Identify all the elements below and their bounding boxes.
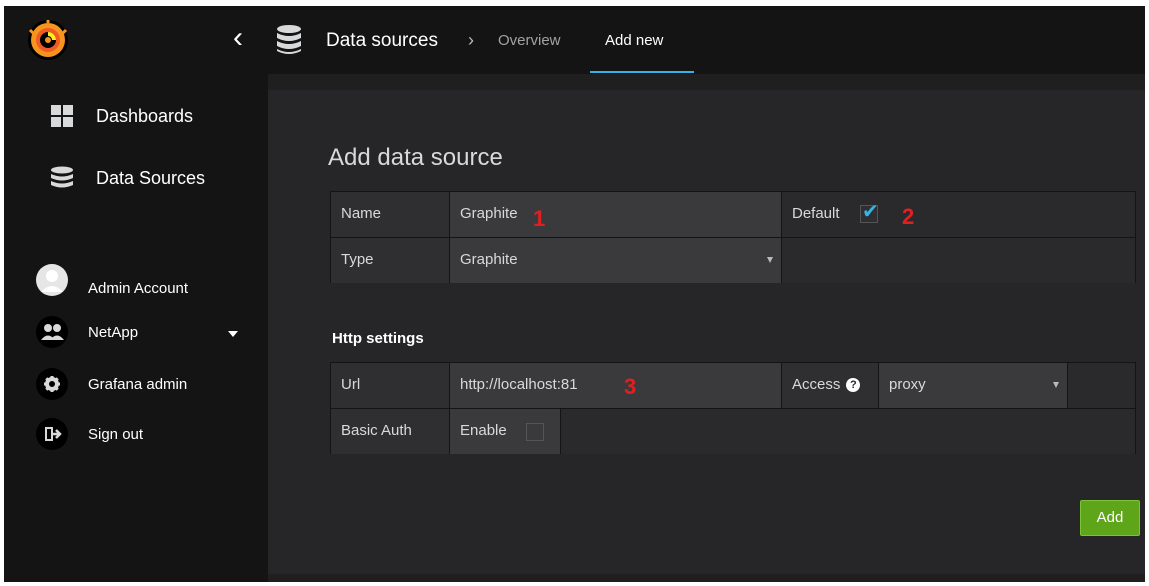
sidebar-item-sign-out[interactable]: Sign out: [4, 418, 268, 454]
default-field: Default: [782, 192, 1135, 237]
page-title: Add data source: [328, 144, 503, 171]
url-input-value: http://localhost:81: [460, 376, 578, 393]
tab-overview[interactable]: Overview: [498, 32, 561, 49]
grafana-logo-icon[interactable]: [28, 20, 68, 60]
tab-add-new[interactable]: Add new: [605, 32, 663, 49]
annotation-marker-2: 2: [902, 204, 915, 229]
name-label: Name: [331, 192, 449, 237]
main-content: Add data source Name Graphite Default ✔ …: [268, 90, 1145, 574]
database-icon: [50, 166, 74, 190]
type-select-value: Graphite: [460, 251, 518, 268]
select-arrow-icon: [767, 257, 773, 263]
sidebar-item-label: Admin Account: [88, 280, 189, 297]
checkmark-icon: ✔: [862, 201, 879, 223]
access-select-value: proxy: [889, 376, 926, 393]
sidebar-item-data-sources[interactable]: Data Sources: [4, 162, 268, 202]
add-button[interactable]: Add: [1080, 500, 1140, 536]
annotation-marker-3: 3: [624, 374, 637, 399]
basic-auth-row-filler: [561, 409, 1135, 454]
name-input-value: Graphite: [460, 205, 518, 222]
database-icon: [276, 24, 302, 56]
access-label: Access?: [782, 363, 878, 408]
type-label: Type: [331, 238, 449, 283]
grafana-window: ‹ Data sources › Overview Add new Dashbo…: [4, 6, 1145, 582]
access-row-filler: [1068, 363, 1135, 408]
http-settings-heading: Http settings: [332, 330, 424, 347]
annotation-marker-1: 1: [533, 206, 546, 231]
sidebar-item-label: Grafana admin: [88, 376, 188, 393]
url-label: Url: [331, 363, 449, 408]
sidebar-collapse-chevron-icon[interactable]: ‹: [226, 20, 250, 56]
sidebar-item-label: Sign out: [88, 426, 144, 443]
sign-out-icon: [36, 418, 68, 450]
type-row-filler: [782, 238, 1135, 283]
sidebar: Dashboards Data Sources Admin Account Ne…: [4, 74, 268, 582]
dashboards-grid-icon: [50, 104, 74, 128]
url-input[interactable]: http://localhost:81: [450, 363, 781, 408]
avatar-icon: [36, 264, 68, 296]
sidebar-item-org-netapp[interactable]: NetApp: [4, 316, 268, 352]
top-navbar: ‹ Data sources › Overview Add new: [4, 6, 1145, 74]
sidebar-item-grafana-admin[interactable]: Grafana admin: [4, 368, 268, 404]
select-arrow-icon: [1053, 382, 1059, 388]
gear-icon: [36, 368, 68, 400]
default-label: Default: [792, 205, 840, 222]
enable-label: Enable: [460, 422, 507, 439]
sidebar-item-admin-account[interactable]: Admin Account: [4, 264, 268, 300]
default-checkbox[interactable]: ✔: [860, 201, 879, 223]
access-label-text: Access: [792, 376, 841, 393]
basic-auth-label: Basic Auth: [331, 409, 449, 454]
users-icon: [36, 316, 68, 348]
name-input[interactable]: Graphite: [450, 192, 781, 237]
datasource-general-form: Name Graphite Default ✔ Type Graphite: [330, 191, 1136, 283]
sidebar-item-label: Data Sources: [96, 168, 206, 188]
type-select[interactable]: Graphite: [450, 238, 781, 283]
sidebar-item-label: NetApp: [88, 324, 139, 341]
sidebar-item-label: Dashboards: [96, 106, 194, 126]
basic-auth-checkbox[interactable]: [526, 423, 544, 441]
breadcrumb-title[interactable]: Data sources: [326, 30, 438, 52]
access-select[interactable]: proxy: [879, 363, 1067, 408]
http-settings-form: Url http://localhost:81 Access? proxy Ba…: [330, 362, 1136, 454]
help-icon[interactable]: ?: [846, 378, 861, 393]
sidebar-item-dashboards[interactable]: Dashboards: [4, 100, 268, 140]
chevron-down-icon[interactable]: [228, 331, 238, 337]
breadcrumb-separator-icon: ›: [468, 30, 474, 50]
active-tab-indicator: [590, 71, 694, 73]
